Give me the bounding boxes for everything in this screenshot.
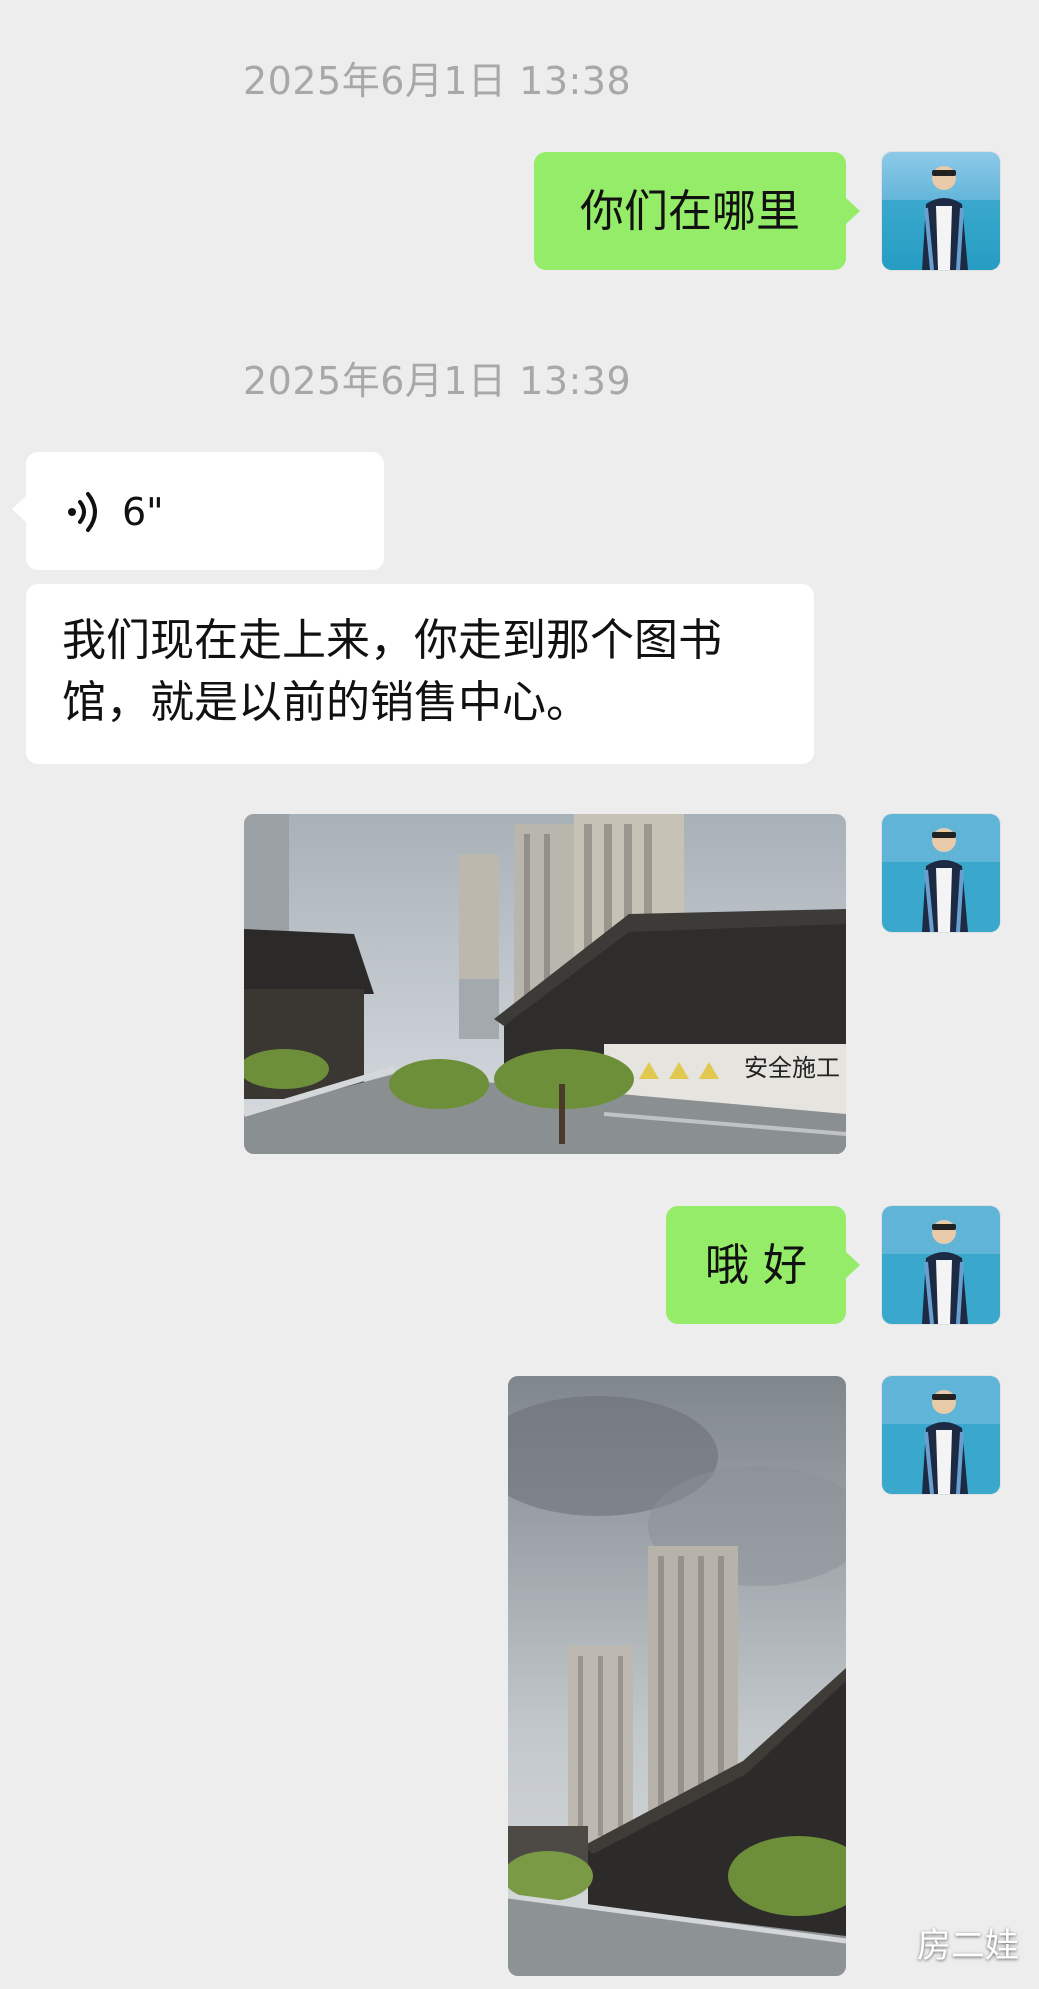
avatar-image xyxy=(882,152,1000,270)
avatar[interactable] xyxy=(882,814,1000,932)
avatar[interactable] xyxy=(882,1206,1000,1324)
avatar[interactable] xyxy=(882,1376,1000,1494)
message-text: 我们现在走上来，你走到那个图书馆，就是以前的销售中心。 xyxy=(62,615,722,728)
construction-sign: 安全施工 xyxy=(744,1054,840,1082)
avatar-image xyxy=(882,814,1000,932)
timestamp: 2025年6月1日 13:39 xyxy=(243,359,632,403)
sent-photo[interactable]: 安全施工 xyxy=(244,814,846,1154)
message-text: 哦 好 xyxy=(705,1240,807,1291)
voice-duration: 6" xyxy=(122,490,164,534)
voice-wave-icon xyxy=(68,492,97,532)
bubble-tail xyxy=(846,1252,860,1278)
avatar-image xyxy=(882,1376,1000,1494)
message-text: 你们在哪里 xyxy=(580,186,800,237)
bubble-tail xyxy=(846,198,860,224)
photo-image: 安全施工 xyxy=(244,814,846,1154)
watermark: 房二娃 xyxy=(917,1926,1019,1966)
avatar-image xyxy=(882,1206,1000,1324)
sent-message-bubble[interactable]: 你们在哪里 xyxy=(534,152,846,270)
avatar[interactable] xyxy=(882,152,1000,270)
sent-message-bubble[interactable]: 哦 好 xyxy=(666,1206,846,1324)
sent-photo[interactable] xyxy=(508,1376,846,1976)
voice-message-bubble[interactable]: 6" xyxy=(26,452,384,570)
timestamp: 2025年6月1日 13:38 xyxy=(243,59,632,103)
received-message-bubble[interactable]: 我们现在走上来，你走到那个图书馆，就是以前的销售中心。 xyxy=(26,584,814,764)
bubble-tail xyxy=(12,496,26,522)
photo-image xyxy=(508,1376,846,1976)
